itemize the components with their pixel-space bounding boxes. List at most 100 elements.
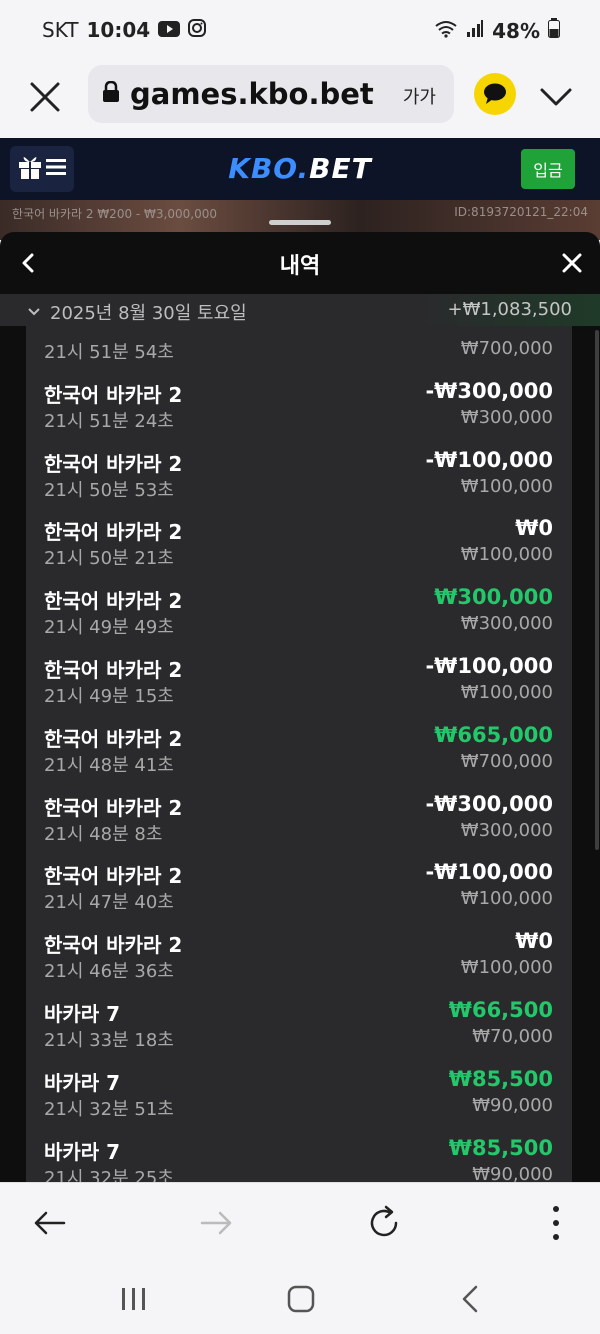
list-item[interactable]: 21시 51분 54초 ₩700,000: [26, 298, 572, 367]
list-item[interactable]: 한국어 바카라 2 21시 51분 24초 -₩300,000 ₩300,000: [26, 367, 572, 436]
row-bet: ₩300,000: [460, 613, 553, 635]
row-time: 21시 50분 53초: [44, 479, 174, 501]
list-item[interactable]: 한국어 바카라 2 21시 48분 8초 -₩300,000 ₩300,000: [26, 780, 572, 849]
row-result: ₩300,000: [434, 585, 553, 610]
deposit-button[interactable]: 입금: [521, 149, 575, 189]
more-vert-icon[interactable]: [534, 1201, 578, 1245]
row-game-name: 한국어 바카라 2: [44, 795, 183, 820]
row-bet: ₩100,000: [460, 681, 553, 703]
row-game-name: 한국어 바카라 2: [44, 864, 183, 889]
url-bar[interactable]: games.kbo.bet 가가: [88, 65, 454, 123]
row-bet: ₩70,000: [472, 1025, 553, 1047]
row-time: 21시 47분 40초: [44, 892, 174, 914]
list-item[interactable]: 한국어 바카라 2 21시 46분 36초 ₩0 ₩100,000: [26, 917, 572, 986]
row-bet: ₩90,000: [472, 1094, 553, 1116]
row-time: 21시 51분 24초: [44, 410, 174, 432]
row-bet: ₩100,000: [460, 544, 553, 566]
round-id-text: ID:8193720121_22:04: [454, 205, 588, 219]
chevron-down-icon[interactable]: [536, 78, 576, 118]
row-game-name: 바카라 7: [44, 1001, 121, 1026]
text-size-button[interactable]: 가가: [403, 83, 436, 109]
row-time: 21시 33분 18초: [44, 1029, 174, 1051]
row-bet: ₩700,000: [460, 338, 553, 359]
battery-percent: 48%: [492, 18, 540, 43]
row-game-name: 한국어 바카라 2: [44, 726, 183, 751]
game-limits-text: 한국어 바카라 2 ₩200 - ₩3,000,000: [12, 207, 217, 221]
browser-toolbar: games.kbo.bet 가가: [0, 60, 600, 138]
row-bet: ₩700,000: [460, 750, 553, 772]
row-result: ₩665,000: [434, 722, 553, 747]
row-bet: ₩90,000: [472, 1163, 553, 1182]
row-time: 21시 51분 54초: [44, 342, 174, 363]
row-time: 21시 48분 8초: [44, 823, 163, 845]
close-icon[interactable]: [558, 249, 586, 277]
kakaotalk-icon[interactable]: [474, 73, 516, 115]
scrollbar[interactable]: [595, 330, 599, 850]
row-result: ₩85,500: [448, 1135, 553, 1160]
row-result: -₩100,000: [425, 653, 553, 678]
list-item[interactable]: 한국어 바카라 2 21시 48분 41초 ₩665,000 ₩700,000: [26, 711, 572, 780]
back-icon[interactable]: [450, 1282, 490, 1316]
row-bet: ₩100,000: [460, 957, 553, 979]
list-item[interactable]: 한국어 바카라 2 21시 50분 21초 ₩0 ₩100,000: [26, 504, 572, 573]
carrier-label: SKT: [42, 18, 79, 42]
sheet-title: 내역: [279, 254, 321, 279]
site-logo[interactable]: KBO.BET: [0, 152, 600, 185]
row-game-name: 한국어 바카라 2: [44, 451, 183, 476]
row-bet: ₩100,000: [460, 475, 553, 497]
reload-icon[interactable]: [362, 1201, 406, 1245]
list-item[interactable]: 한국어 바카라 2 21시 49분 15초 -₩100,000 ₩100,000: [26, 642, 572, 711]
site-header: KBO.BET 입금: [0, 138, 600, 200]
list-item[interactable]: 바카라 7 21시 33분 18초 ₩66,500 ₩70,000: [26, 986, 572, 1055]
row-game-name: 한국어 바카라 2: [44, 657, 183, 682]
browser-nav-bar: [0, 1182, 600, 1262]
sheet-drag-handle[interactable]: [269, 220, 331, 225]
list-item[interactable]: 한국어 바카라 2 21시 50분 53초 -₩100,000 ₩100,000: [26, 436, 572, 505]
list-item[interactable]: 바카라 7 21시 32분 25초 ₩85,500 ₩90,000: [26, 1124, 572, 1182]
row-time: 21시 32분 51초: [44, 1098, 174, 1120]
instagram-icon: [188, 18, 207, 42]
history-sheet: 내역 2025년 8월 30일 토요일 +₩1,083,500 21시 51분 …: [0, 232, 600, 1182]
row-result: ₩85,500: [448, 1066, 553, 1091]
row-result: ₩66,500: [448, 997, 553, 1022]
row-bet: ₩300,000: [460, 406, 553, 428]
row-time: 21시 48분 41초: [44, 754, 174, 776]
row-game-name: 한국어 바카라 2: [44, 520, 183, 545]
forward-arrow-icon[interactable]: [194, 1201, 238, 1245]
row-time: 21시 32분 25초: [44, 1167, 174, 1182]
status-bar: SKT 10:04 48%: [0, 0, 600, 60]
system-nav-bar: [0, 1262, 600, 1334]
row-bet: ₩100,000: [460, 888, 553, 910]
logo-part-kbo: KBO.: [228, 152, 310, 185]
row-game-name: 바카라 7: [44, 1070, 121, 1095]
back-arrow-icon[interactable]: [28, 1201, 72, 1245]
list-item[interactable]: 바카라 7 21시 32분 51초 ₩85,500 ₩90,000: [26, 1055, 572, 1124]
sheet-header: 내역: [0, 232, 600, 294]
row-time: 21시 46분 36초: [44, 961, 174, 983]
row-game-name: 한국어 바카라 2: [44, 382, 183, 407]
youtube-icon: [158, 18, 181, 42]
row-time: 21시 50분 21초: [44, 548, 174, 570]
list-item[interactable]: 한국어 바카라 2 21시 47분 40초 -₩100,000 ₩100,000: [26, 848, 572, 917]
history-list[interactable]: 21시 51분 54초 ₩700,000 한국어 바카라 2 21시 51분 24…: [26, 326, 572, 1182]
logo-part-bet: BET: [309, 152, 372, 185]
wifi-icon: [434, 19, 458, 43]
row-result: -₩100,000: [425, 860, 553, 885]
home-icon[interactable]: [281, 1282, 321, 1316]
clock: 10:04: [86, 18, 151, 42]
signal-icon: [466, 19, 484, 43]
row-game-name: 바카라 7: [44, 1139, 121, 1164]
row-game-name: 한국어 바카라 2: [44, 589, 183, 614]
close-icon[interactable]: [26, 78, 66, 118]
row-result: -₩300,000: [425, 378, 553, 403]
row-result: ₩0: [515, 929, 553, 954]
lock-icon: [102, 80, 120, 107]
row-time: 21시 49분 49초: [44, 617, 174, 639]
row-result: ₩0: [515, 516, 553, 541]
url-text: games.kbo.bet: [130, 77, 374, 111]
recents-icon[interactable]: [114, 1282, 154, 1316]
row-game-name: 한국어 바카라 2: [44, 933, 183, 958]
list-item[interactable]: 한국어 바카라 2 21시 49분 49초 ₩300,000 ₩300,000: [26, 573, 572, 642]
row-result: -₩300,000: [425, 791, 553, 816]
battery-icon: [548, 18, 560, 43]
